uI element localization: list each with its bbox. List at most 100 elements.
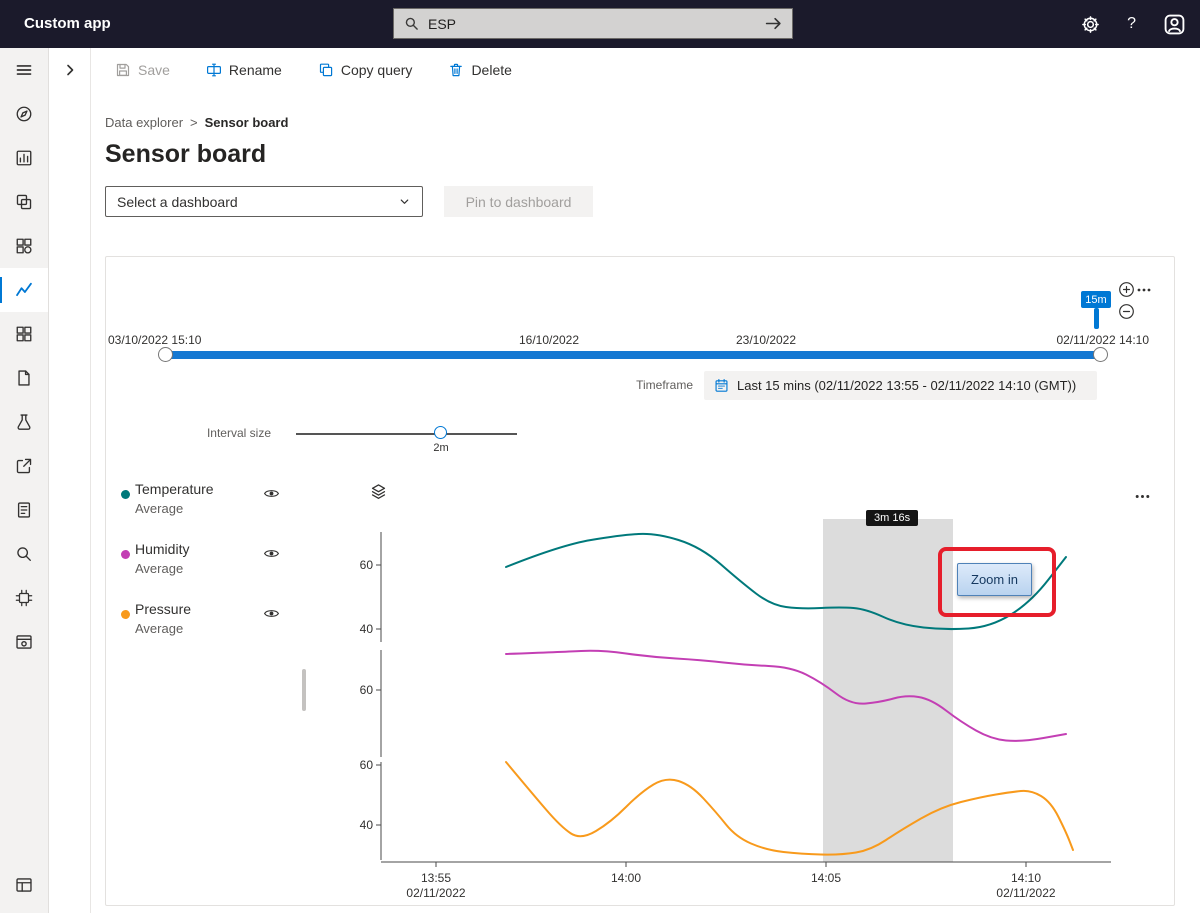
breadcrumb-data-explorer[interactable]: Data explorer — [105, 115, 183, 130]
x-tick-label: 14:05 — [811, 871, 841, 885]
command-bar: Save Rename Copy query Delete — [91, 48, 1200, 92]
interval-slider-handle[interactable] — [434, 426, 447, 439]
legend-aggregation[interactable]: Average — [135, 561, 183, 576]
window-gear-icon — [15, 633, 33, 651]
chart-more-menu-icon[interactable] — [1134, 488, 1151, 505]
y-tick-label: 60 — [360, 558, 374, 572]
range-zoom-in-button[interactable] — [1118, 281, 1135, 298]
x-tick-label: 13:55 — [421, 871, 451, 885]
range-zoom-out-button[interactable] — [1118, 303, 1135, 320]
calendar-icon — [714, 378, 729, 393]
y-tick-label: 40 — [360, 818, 374, 832]
expand-nav-chevron-icon[interactable] — [62, 62, 78, 78]
layers-icon[interactable] — [370, 483, 387, 500]
search-icon — [404, 16, 419, 31]
legend-scrollbar[interactable] — [302, 669, 306, 711]
app-window: Custom app ESP ? Save Rename Copy query … — [0, 0, 1200, 913]
sidebar-item-export[interactable] — [0, 444, 48, 488]
rename-label: Rename — [229, 62, 282, 78]
legend-name: Humidity — [135, 541, 189, 557]
rename-button[interactable]: Rename — [206, 62, 282, 78]
bar-chart-icon — [15, 149, 33, 167]
save-icon — [115, 62, 131, 78]
copy-query-label: Copy query — [341, 62, 413, 78]
breadcrumb-separator: > — [190, 115, 198, 130]
interval-slider-track[interactable] — [296, 433, 517, 435]
legend-aggregation[interactable]: Average — [135, 621, 183, 636]
sidebar-item-grid[interactable] — [0, 312, 48, 356]
sidebar-item-devices[interactable] — [0, 180, 48, 224]
delete-icon — [448, 62, 464, 78]
chart-card: 15m 03/10/2022 15:10 16/10/2022 23/10/20… — [105, 256, 1175, 906]
sidebar-item-window-gear[interactable] — [0, 620, 48, 664]
range-more-menu-icon[interactable] — [1136, 282, 1152, 298]
breadcrumb: Data explorer > Sensor board — [105, 115, 288, 130]
range-label-start: 03/10/2022 15:10 — [108, 333, 201, 347]
time-range-track[interactable] — [165, 351, 1101, 359]
devices-icon — [15, 193, 33, 211]
range-label-mid2: 23/10/2022 — [736, 333, 796, 347]
sidebar-item-edge[interactable] — [0, 576, 48, 620]
eye-icon[interactable] — [263, 545, 280, 562]
sidebar-item-page[interactable] — [0, 356, 48, 400]
zoom-in-button[interactable]: Zoom in — [957, 563, 1032, 596]
interval-size-label: Interval size — [207, 426, 271, 440]
series-line-pressure — [506, 762, 1073, 855]
account-icon[interactable] — [1163, 13, 1186, 36]
time-range-left-handle[interactable] — [158, 347, 173, 362]
nav-menu-toggle[interactable] — [0, 48, 48, 92]
sidebar-item-compass[interactable] — [0, 92, 48, 136]
sidebar-item-device-groups[interactable] — [0, 224, 48, 268]
sidebar-item-bar-chart[interactable] — [0, 136, 48, 180]
save-label: Save — [138, 62, 170, 78]
save-button[interactable]: Save — [115, 62, 170, 78]
range-zoom-badge[interactable]: 15m — [1081, 291, 1111, 308]
sidebar-item-bottom[interactable] — [0, 863, 48, 907]
topbar: Custom app ESP ? — [0, 0, 1200, 48]
y-tick-label: 60 — [360, 683, 374, 697]
sidebar-item-line-chart[interactable] — [0, 268, 48, 312]
humidity-color-dot — [121, 550, 130, 559]
x-tick-sublabel: 02/11/2022 — [996, 886, 1055, 900]
eye-icon[interactable] — [263, 605, 280, 622]
timeframe-picker[interactable]: Last 15 mins (02/11/2022 13:55 - 02/11/2… — [704, 371, 1097, 400]
export-icon — [15, 457, 33, 475]
y-tick-label: 60 — [360, 758, 374, 772]
timeframe-label: Timeframe — [636, 378, 693, 392]
legend-name: Temperature — [135, 481, 214, 497]
flask-icon — [15, 413, 33, 431]
page-icon — [15, 369, 33, 387]
app-title: Custom app — [24, 15, 111, 32]
temperature-color-dot — [121, 490, 130, 499]
x-tick-label: 14:00 — [611, 871, 641, 885]
series-line-humidity — [506, 651, 1066, 741]
hamburger-icon — [15, 61, 33, 79]
selection-band[interactable] — [823, 519, 953, 862]
help-icon[interactable]: ? — [1127, 15, 1136, 33]
delete-button[interactable]: Delete — [448, 62, 511, 78]
sidebar-item-flask[interactable] — [0, 400, 48, 444]
dashboard-select-value: Select a dashboard — [117, 194, 398, 210]
line-chart-icon — [15, 281, 33, 299]
legend-item-humidity: Humidity Average — [116, 535, 306, 583]
search-box[interactable]: ESP — [393, 8, 793, 39]
copy-icon — [318, 62, 334, 78]
device-groups-icon — [15, 237, 33, 255]
legend-item-pressure: Pressure Average — [116, 595, 306, 643]
sidebar-item-document[interactable] — [0, 488, 48, 532]
eye-icon[interactable] — [263, 485, 280, 502]
copy-query-button[interactable]: Copy query — [318, 62, 413, 78]
range-zoom-handle[interactable] — [1094, 308, 1099, 329]
x-tick-sublabel: 02/11/2022 — [406, 886, 465, 900]
dashboard-select[interactable]: Select a dashboard — [105, 186, 423, 217]
page-title: Sensor board — [105, 140, 266, 169]
legend-item-temperature: Temperature Average — [116, 475, 306, 523]
settings-gear-icon[interactable] — [1081, 15, 1100, 34]
timeframe-value: Last 15 mins (02/11/2022 13:55 - 02/11/2… — [737, 378, 1076, 393]
search-input[interactable]: ESP — [428, 16, 765, 32]
legend-aggregation[interactable]: Average — [135, 501, 183, 516]
sidebar-item-magnifier[interactable] — [0, 532, 48, 576]
search-submit-arrow-icon[interactable] — [765, 15, 782, 32]
time-range-right-handle[interactable] — [1093, 347, 1108, 362]
pin-to-dashboard-button[interactable]: Pin to dashboard — [444, 186, 593, 217]
